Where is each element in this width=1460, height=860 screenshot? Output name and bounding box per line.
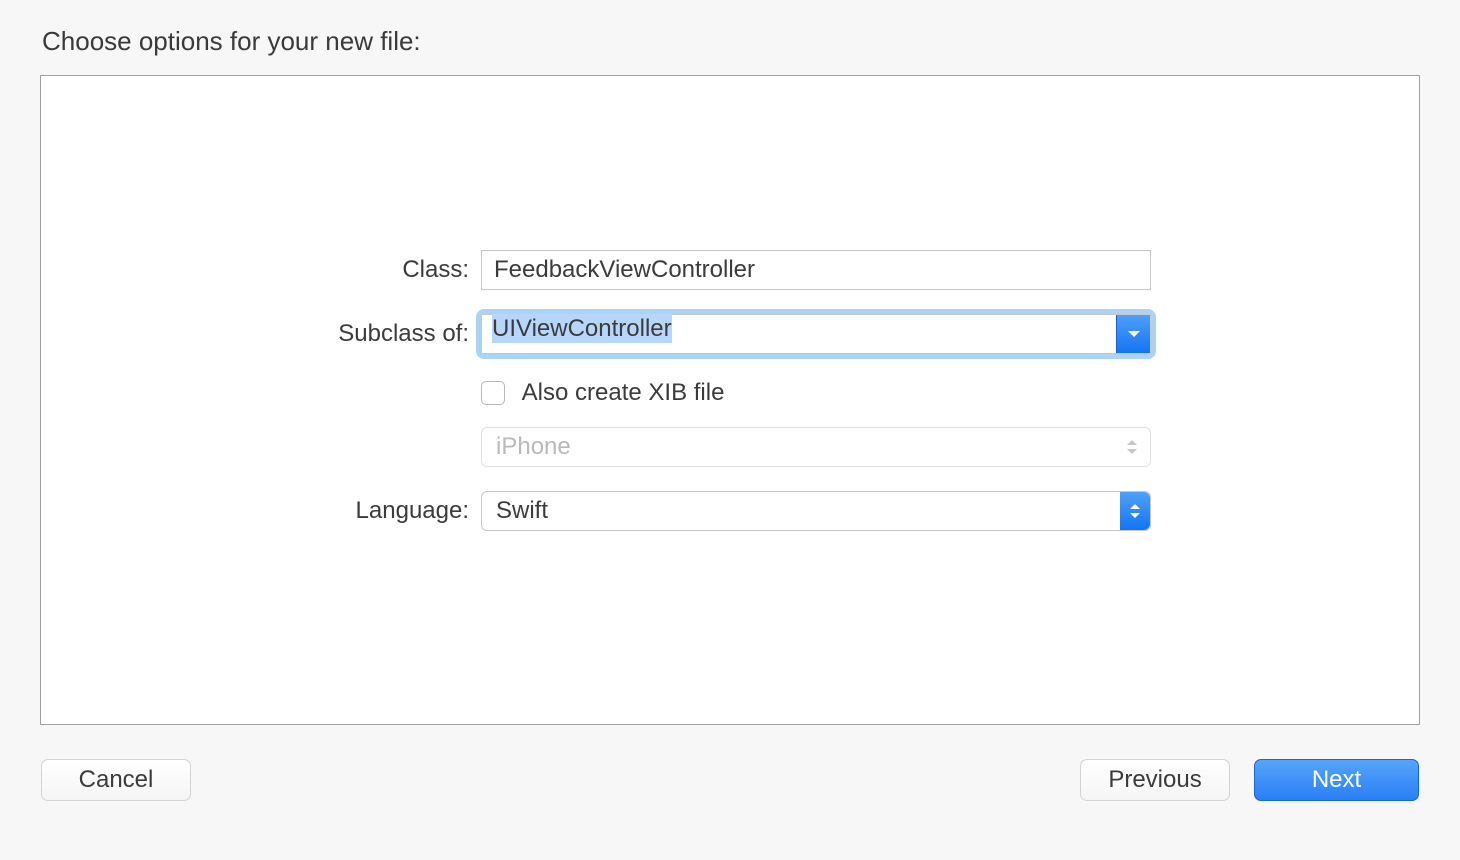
options-form: Class: Subclass of: UIViewController <box>41 250 1419 531</box>
class-input[interactable] <box>481 250 1151 290</box>
previous-button[interactable]: Previous <box>1080 759 1230 801</box>
language-select-value: Swift <box>496 497 548 525</box>
stepper-icon <box>1122 428 1142 466</box>
next-button[interactable]: Next <box>1254 759 1419 801</box>
subclass-combobox[interactable]: UIViewController <box>481 314 1151 354</box>
chevron-up-icon <box>1126 438 1138 446</box>
device-select-value: iPhone <box>496 433 571 461</box>
footer: Cancel Previous Next <box>40 759 1420 801</box>
class-label: Class: <box>41 256 481 284</box>
language-select[interactable]: Swift <box>481 491 1151 531</box>
subclass-input[interactable]: UIViewController <box>482 315 1116 353</box>
xib-checkbox[interactable] <box>481 381 505 405</box>
chevron-down-icon <box>1127 330 1141 339</box>
subclass-focus-ring: UIViewController <box>476 309 1156 359</box>
language-label: Language: <box>41 497 481 525</box>
page-title: Choose options for your new file: <box>42 26 1420 57</box>
options-panel: Class: Subclass of: UIViewController <box>40 75 1420 725</box>
subclass-label: Subclass of: <box>41 320 481 348</box>
cancel-button[interactable]: Cancel <box>41 759 191 801</box>
xib-checkbox-label[interactable]: Also create XIB file <box>522 379 725 407</box>
subclass-dropdown-button[interactable] <box>1116 315 1150 353</box>
chevron-up-icon <box>1129 502 1141 510</box>
chevron-down-icon <box>1126 448 1138 456</box>
language-stepper-button[interactable] <box>1120 492 1150 530</box>
device-select: iPhone <box>481 427 1151 467</box>
chevron-down-icon <box>1129 512 1141 520</box>
